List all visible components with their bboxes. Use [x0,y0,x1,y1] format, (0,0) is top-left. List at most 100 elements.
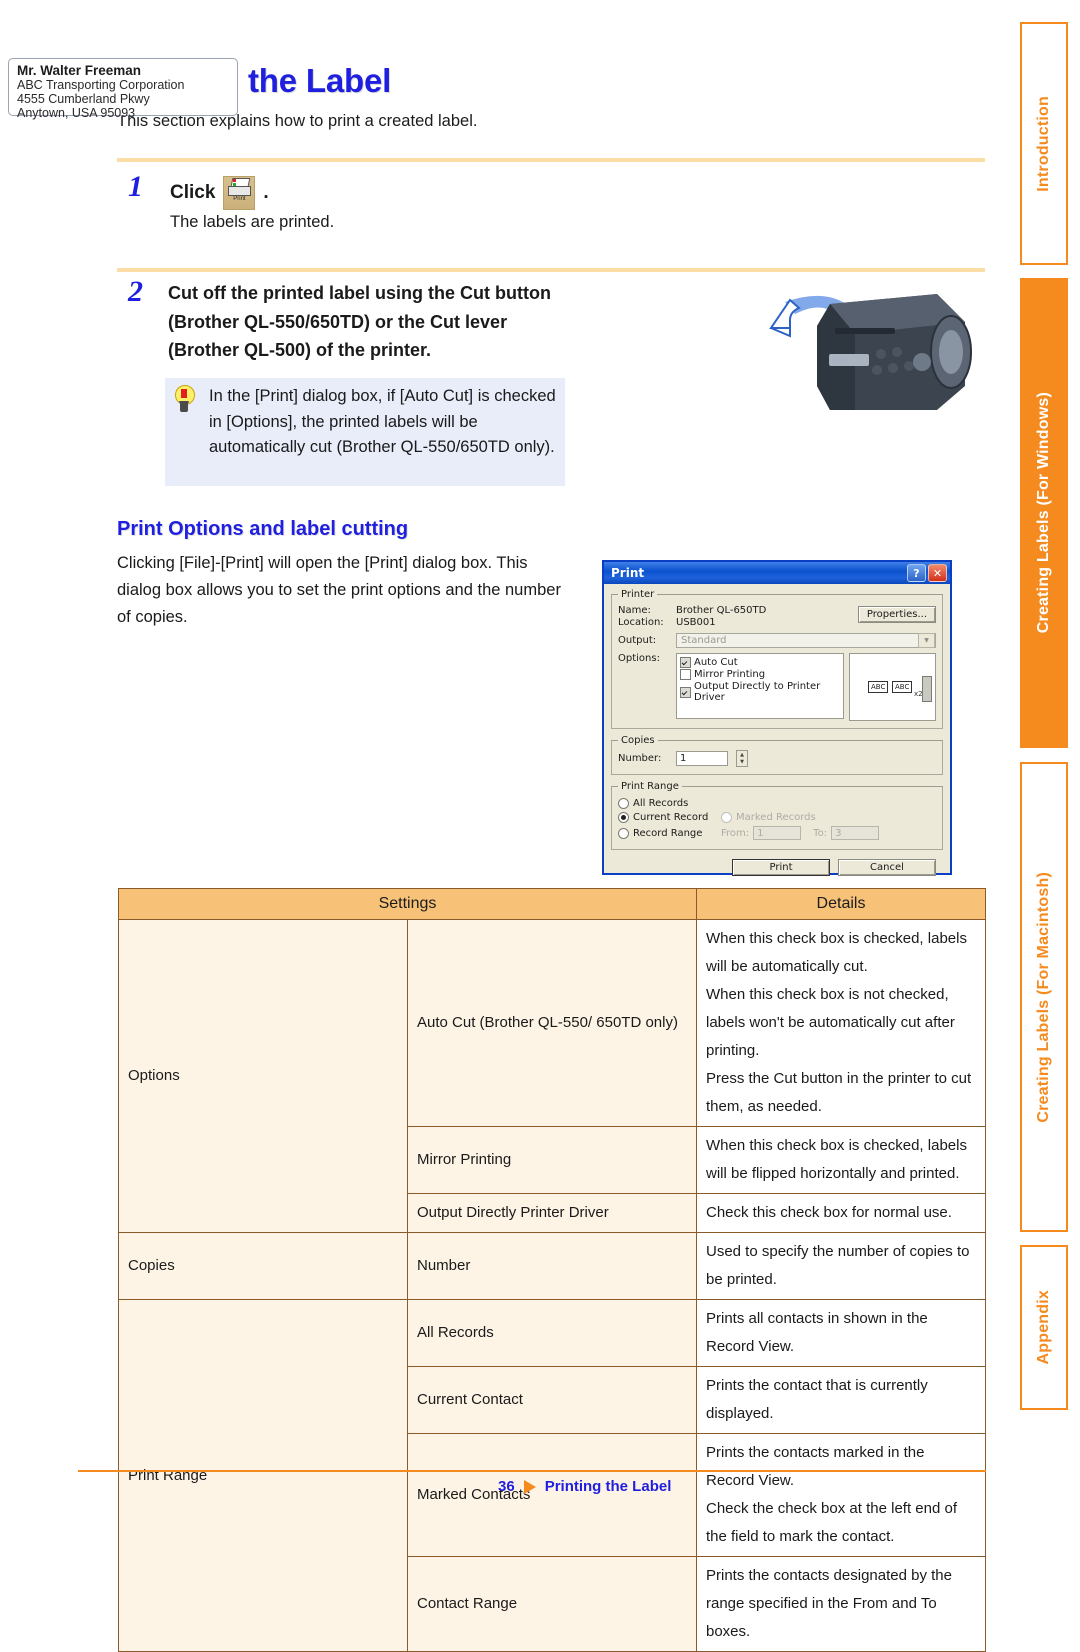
dialog-title: Print [611,566,645,580]
cell-setting-current-contact: Current Contact [407,1366,697,1434]
label-preview-pane: ABC ABC x2 [849,653,936,721]
option-output-directly-label: Output Directly to Printer Driver [694,681,821,703]
footer: 36 Printing the Label [498,1478,671,1495]
cell-group-copies: Copies [118,1232,408,1300]
cell-group-print-range: Print Range [118,1299,408,1652]
lightbulb-icon [173,385,195,415]
sidebar-tab-creating-labels-windows-label: Creating Labels (For Windows) [1035,392,1052,634]
radio-current-record-label: Current Record [633,812,709,823]
page-number: 36 [498,1478,515,1495]
options-list[interactable]: Auto Cut Mirror Printing Output Directly… [676,653,844,719]
radio-record-range[interactable] [618,827,629,839]
label-recipient-name: Mr. Walter Freeman [17,63,142,78]
copies-number-input[interactable]: 1 [676,751,728,766]
cell-details-mirror-printing: When this check box is checked, labels w… [696,1126,986,1194]
printer-group-legend: Printer [621,589,655,600]
printer-location-value: USB001 [676,617,716,628]
print-dialog: Print ? ✕ Printer Name: Brother QL-650TD… [602,560,952,876]
copies-group-legend: Copies [621,735,655,746]
radio-all-records[interactable] [618,798,629,809]
location-label: Location: [618,617,664,628]
footer-divider [78,1470,986,1472]
radio-current-record[interactable] [618,812,629,823]
radio-record-range-label: Record Range [633,827,703,839]
checkbox-mirror-printing[interactable] [680,669,691,680]
radio-all-records-label: All Records [633,798,689,809]
section-body: Clicking [File]-[Print] will open the [P… [117,554,561,626]
from-input: 1 [753,826,802,840]
option-mirror-printing[interactable]: Mirror Printing [680,669,840,680]
print-range-legend: Print Range [621,781,679,792]
label-city: Anytown, USA 95093 [17,106,136,120]
copies-number-value: 1 [680,753,687,764]
sidebar-tab-creating-labels-macintosh[interactable]: Creating Labels (For Macintosh) [1020,762,1068,1232]
from-label: From: [721,827,750,839]
properties-button[interactable]: Properties... [857,606,936,623]
sidebar-tab-appendix[interactable]: Appendix [1020,1245,1068,1410]
footer-triangle-icon [523,1479,536,1494]
label-company: ABC Transporting Corporation [17,78,185,92]
cell-details-number: Used to specify the number of copies to … [696,1232,986,1300]
cell-details-contact-range: Prints the contacts designated by the ra… [696,1556,986,1652]
checkbox-output-directly[interactable] [680,686,691,698]
table-header-details: Details [696,888,986,920]
stepper-down-icon[interactable]: ▼ [737,759,747,767]
cell-setting-contact-range: Contact Range [407,1556,697,1652]
from-value: 1 [757,827,764,839]
help-button[interactable]: ? [907,564,926,582]
printer-drawing-svg [769,294,972,410]
print-toolbar-icon[interactable]: Print [223,176,256,210]
step-1-verb: Click [170,182,216,203]
cell-details-marked-contacts: Prints the contacts marked in the Record… [696,1433,986,1557]
step-1-period: . [263,182,269,203]
step-number-1: 1 [128,170,143,203]
copies-group: Copies Number: 1 ▲ ▼ [611,735,943,775]
step-divider-1 [117,158,985,162]
step-2-instruction: Cut off the printed label using the Cut … [168,283,551,360]
print-button[interactable]: Print [732,859,830,876]
printed-label-preview: Mr. Walter Freeman ABC Transporting Corp… [8,58,238,120]
section-heading: Print Options and label cutting [117,518,409,540]
close-icon[interactable]: ✕ [928,564,947,582]
cell-setting-output-directly: Output Directly Printer Driver [407,1193,697,1233]
output-value: Standard [681,635,727,646]
option-auto-cut-label: Auto Cut [694,657,738,668]
radio-marked-records [721,812,732,823]
document-page: Printing the Label This section explains… [0,0,1080,1652]
sidebar-tab-creating-labels-windows[interactable]: Creating Labels (For Windows) [1020,278,1068,748]
table-header-settings: Settings [118,888,697,920]
cell-group-options: Options [118,919,408,1233]
option-output-directly[interactable]: Output Directly to Printer Driver [680,681,840,703]
radio-marked-records-label: Marked Records [736,812,816,823]
tip-text: In the [Print] dialog box, if [Auto Cut]… [209,387,556,456]
table-row: Print Range All Records Prints all conta… [118,1299,986,1652]
option-auto-cut[interactable]: Auto Cut [680,657,840,668]
print-icon-label: Print [233,196,246,202]
table-row: Options Auto Cut (Brother QL-550/ 650TD … [118,919,986,1233]
copies-stepper[interactable]: ▲ ▼ [736,750,748,767]
checkbox-auto-cut[interactable] [680,657,691,668]
options-label: Options: [618,653,660,664]
cancel-button[interactable]: Cancel [838,859,936,876]
stepper-up-icon[interactable]: ▲ [737,751,747,759]
cell-details-auto-cut: When this check box is checked, labels w… [696,919,986,1127]
footer-title: Printing the Label [544,1478,672,1495]
sidebar-tab-introduction-label: Introduction [1035,95,1052,192]
cell-details-current-contact: Prints the contact that is currently dis… [696,1366,986,1434]
cell-setting-auto-cut: Auto Cut (Brother QL-550/ 650TD only) [407,919,697,1127]
output-select[interactable]: Standard ▼ [676,633,936,648]
cell-setting-mirror-printing: Mirror Printing [407,1126,697,1194]
table-header-row: Settings Details [118,888,986,920]
cell-setting-all-records: All Records [407,1299,697,1367]
to-label: To: [813,827,828,839]
name-label: Name: [618,605,651,616]
printer-group: Printer Name: Brother QL-650TD Location:… [611,589,943,729]
step-1-instruction: Click Print . [170,176,269,210]
output-label: Output: [618,635,657,646]
sidebar-tab-introduction[interactable]: Introduction [1020,22,1068,265]
sidebar-tab-appendix-label: Appendix [1035,1290,1052,1365]
cell-setting-marked-contacts: Marked Contacts [407,1433,697,1557]
step-number-2: 2 [128,275,143,308]
cell-details-output-directly: Check this check box for normal use. [696,1193,986,1233]
dialog-titlebar: Print ? ✕ [604,562,950,584]
